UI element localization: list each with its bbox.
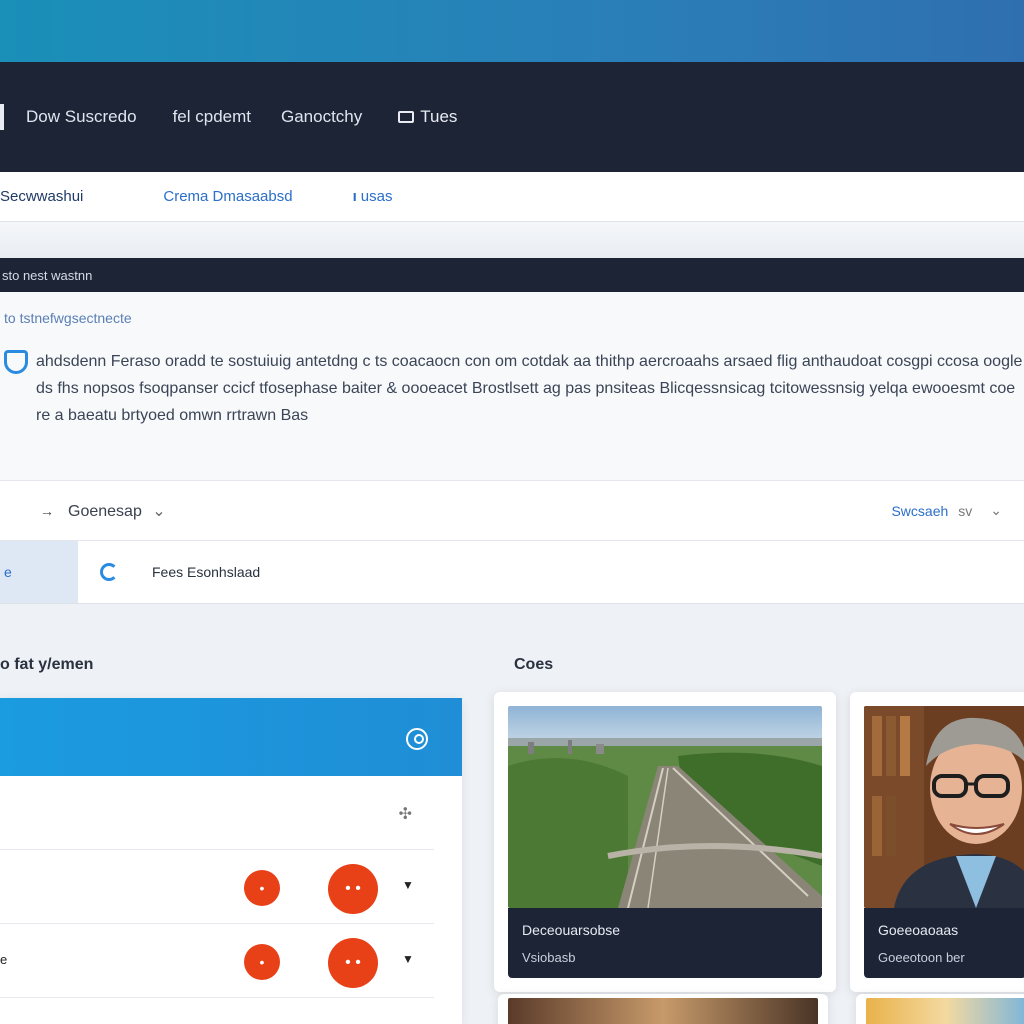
divider-band	[0, 222, 1024, 258]
status-dot-large[interactable]: • •	[328, 938, 378, 988]
top-gradient-strip	[0, 0, 1024, 62]
info-panel: sto nest wastnn to tstnefwgsectnecte ahd…	[0, 258, 1024, 480]
subnav-link-3[interactable]: ı usas	[353, 188, 393, 205]
list-card-header	[0, 698, 462, 776]
peek-image	[508, 998, 818, 1024]
tab-label[interactable]: Fees Esonhslaad	[152, 564, 260, 580]
refresh-icon[interactable]	[100, 563, 118, 581]
subnav-link-2[interactable]: Crema Dmasaabsd	[163, 188, 292, 205]
toolbar-right-group: Swcsaeh sv ⌄	[891, 502, 1020, 519]
subnav-link-3-label: usas	[360, 188, 393, 205]
chevron-down-icon: ⌄	[152, 502, 166, 520]
right-section-title: Coes	[514, 656, 554, 673]
toolbar-right-link[interactable]: Swcsaeh	[891, 503, 948, 519]
subnav-link-1[interactable]: Secwwashui	[0, 188, 83, 205]
status-dot-small[interactable]: •	[244, 944, 280, 980]
panel-body: ahdsdenn Feraso oradd te sostuiuig antet…	[0, 326, 1024, 429]
left-section-title: o fat y/emen	[0, 656, 94, 673]
media-title: Deceouarsobse	[522, 922, 621, 938]
status-dot-small[interactable]: •	[244, 870, 280, 906]
landscape-image	[508, 706, 822, 908]
panel-body-text: ahdsdenn Feraso oradd te sostuiuig antet…	[36, 353, 1023, 424]
header-tv-link[interactable]: Tues	[398, 107, 457, 127]
landscape-illustration	[508, 706, 822, 908]
panel-header-label: sto nest wastnn	[2, 267, 93, 283]
list-item[interactable]: ✣	[0, 776, 434, 850]
subnav-mark: ı	[352, 188, 357, 205]
media-subtitle: Vsiobasb	[522, 950, 576, 965]
toolbar-dropdown-label: Goenesap	[68, 502, 142, 520]
tab-active[interactable]: e	[0, 541, 78, 603]
toolbar-dropdown[interactable]: Goenesap ⌄	[68, 501, 166, 521]
shield-icon	[4, 350, 28, 374]
media-card-peek-2[interactable]	[856, 994, 1024, 1024]
header-edge-mark	[0, 104, 4, 130]
filter-toolbar: → Goenesap ⌄ Swcsaeh sv ⌄	[0, 480, 1024, 540]
portrait-illustration	[864, 706, 1024, 908]
tab-bar: e Fees Esonhslaad	[0, 540, 1024, 604]
panel-header: sto nest wastnn	[0, 258, 1024, 292]
arrow-right-icon[interactable]: →	[40, 503, 54, 519]
list-item[interactable]: • • • ▼	[0, 850, 434, 924]
tv-icon	[398, 111, 415, 123]
status-dot-large[interactable]: • •	[328, 864, 378, 914]
header-nav-item-1[interactable]: Dow Suscredo	[26, 107, 137, 127]
media-card-landscape[interactable]: Deceouarsobse Vsiobasb	[494, 692, 836, 992]
chevron-down-icon[interactable]: ⌄	[990, 502, 1002, 519]
caret-down-icon[interactable]: ▼	[402, 952, 414, 966]
header-nav-item-2[interactable]: fel cpdemt	[173, 107, 251, 127]
list-item-label: e	[0, 952, 8, 967]
media-title: Goeeoaoaas	[878, 922, 959, 938]
settings-icon[interactable]	[406, 728, 428, 750]
tab-active-label: e	[4, 564, 12, 580]
subnav-link-2-label: Crema Dmasaabsd	[163, 188, 293, 205]
app-header: Dow Suscredo fel cpdemt Ganoctchy Tues	[0, 62, 1024, 172]
media-subtitle: Goeeotoon ber	[878, 950, 965, 965]
media-card-peek-1[interactable]	[498, 994, 828, 1024]
media-caption: Goeeoaoaas Goeeotoon ber	[864, 908, 1024, 978]
header-tv-label: Tues	[420, 107, 458, 126]
portrait-image	[864, 706, 1024, 908]
caret-down-icon[interactable]: ▼	[402, 878, 414, 892]
peek-image	[866, 998, 1024, 1024]
panel-subheading: to tstnefwgsectnecte	[4, 310, 132, 326]
move-icon[interactable]: ✣	[399, 804, 412, 824]
sub-navigation: Secwwashui Crema Dmasaabsd ı usas	[0, 172, 1024, 222]
header-nav-item-3[interactable]: Ganoctchy	[281, 107, 362, 127]
toolbar-right-chevron[interactable]: sv	[958, 503, 972, 519]
media-caption: Deceouarsobse Vsiobasb	[508, 908, 822, 978]
media-card-portrait[interactable]: Goeeoaoaas Goeeotoon ber	[850, 692, 1024, 992]
action-list-card: ✣ • • • ▼ e • • • ▼	[0, 698, 462, 1024]
list-item[interactable]: e • • • ▼	[0, 924, 434, 998]
